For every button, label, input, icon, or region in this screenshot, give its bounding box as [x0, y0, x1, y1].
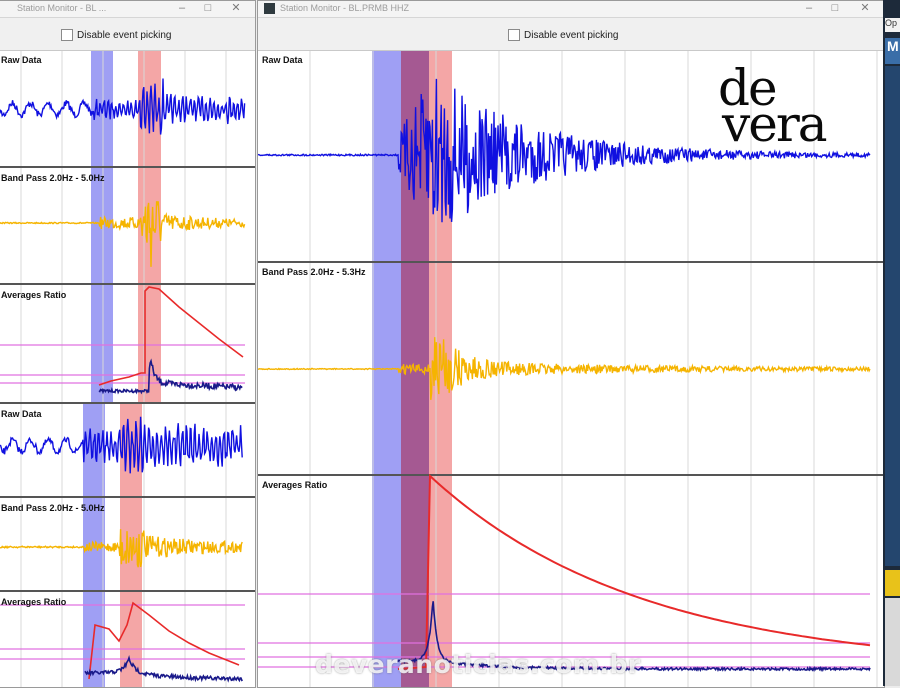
app-icon [264, 3, 275, 14]
left-lower-averages-ratio-label: Averages Ratio [1, 597, 67, 607]
maximize-icon[interactable]: □ [822, 1, 848, 17]
left-lower-raw-data-label: Raw Data [1, 409, 43, 419]
right-window-title: Station Monitor - BL.PRMB HHZ [280, 3, 410, 13]
minimize-icon[interactable]: – [169, 1, 195, 17]
left-disable-picking-label: Disable event picking [77, 29, 172, 41]
logo-line-2: vera [722, 95, 828, 153]
left-bandpass-label: Band Pass 2.0Hz - 5.0Hz [1, 173, 105, 183]
left-seismogram-plots: Raw Data Band Pass 2.0Hz - 5.0Hz Average… [0, 51, 255, 687]
devera-logo: de vera [718, 63, 838, 153]
left-toolbar: Disable event picking [0, 18, 255, 51]
left-lower-bandpass-label: Band Pass 2.0Hz - 5.0Hz [1, 503, 105, 513]
right-disable-picking-checkbox[interactable]: Disable event picking [508, 29, 619, 41]
right-checkbox-box[interactable] [508, 29, 520, 41]
background-window-tab[interactable]: M [885, 38, 900, 64]
right-raw-data-label: Raw Data [262, 55, 304, 65]
right-averages-ratio-label: Averages Ratio [262, 480, 328, 490]
right-toolbar: Disable event picking [258, 18, 884, 51]
left-window-titlebar[interactable]: Station Monitor - BL ... – □ ✕ [0, 1, 255, 18]
maximize-icon[interactable]: □ [195, 1, 221, 17]
left-raw-data-label: Raw Data [1, 55, 43, 65]
background-window-panel [885, 66, 900, 566]
background-window-title-fragment: Op [885, 18, 900, 32]
left-plot-area: Raw Data Band Pass 2.0Hz - 5.0Hz Average… [0, 51, 255, 687]
minimize-icon[interactable]: – [796, 1, 822, 17]
left-averages-ratio-label: Averages Ratio [1, 290, 67, 300]
right-window-titlebar[interactable]: Station Monitor - BL.PRMB HHZ – □ ✕ [258, 1, 884, 18]
left-window-title: Station Monitor - BL ... [17, 3, 107, 13]
background-window-edge[interactable]: Op M [883, 0, 900, 686]
left-checkbox-box[interactable] [61, 29, 73, 41]
right-disable-picking-label: Disable event picking [524, 29, 619, 41]
background-window-highlight [885, 570, 900, 596]
close-icon[interactable]: ✕ [852, 1, 878, 17]
left-station-monitor-window: Station Monitor - BL ... – □ ✕ Disable e… [0, 0, 256, 688]
right-bandpass-label: Band Pass 2.0Hz - 5.3Hz [262, 267, 366, 277]
close-icon[interactable]: ✕ [223, 1, 249, 17]
left-disable-picking-checkbox[interactable]: Disable event picking [61, 29, 172, 41]
background-window-lower-panel [885, 598, 900, 686]
watermark-url: deveranoticias.com.br [315, 650, 641, 679]
